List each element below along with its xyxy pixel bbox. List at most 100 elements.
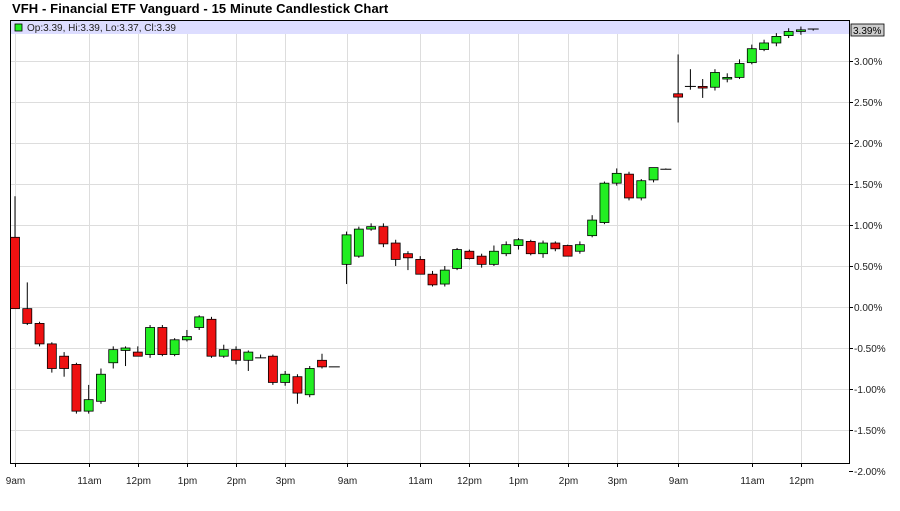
candle-body-up [746, 48, 757, 64]
y-tick-label: -1.00% [854, 385, 886, 396]
candle-body-down [34, 322, 45, 345]
candle [550, 241, 561, 252]
candle [96, 368, 106, 404]
candle-body-up [722, 77, 733, 80]
candle-body-down [10, 236, 20, 310]
candle-body-down [624, 173, 634, 199]
candle-body-down [697, 86, 708, 89]
candle-body-up [648, 167, 659, 181]
candle-body-up [710, 72, 720, 88]
candle [145, 325, 155, 358]
candle-body-up [280, 373, 291, 383]
candle-body-up [734, 63, 745, 78]
candle-body-up [489, 250, 499, 265]
candle-body-up [759, 42, 769, 50]
candle [255, 354, 267, 359]
candle-body-down [267, 355, 278, 383]
candle-body-down [206, 318, 217, 357]
candle [538, 240, 548, 258]
candle [562, 244, 573, 257]
candle [648, 167, 659, 183]
candle-body-up [513, 239, 524, 246]
candle [759, 39, 769, 52]
x-tick-label: 12pm [789, 476, 814, 487]
candle-body-down [673, 93, 684, 98]
candle-body-down [550, 242, 561, 250]
candle [660, 168, 672, 170]
candle-body-up [341, 234, 352, 265]
candle [71, 362, 82, 414]
candle [243, 350, 254, 371]
candle-body-up [243, 351, 254, 361]
candle-body-up [120, 347, 131, 351]
x-tick-label: 1pm [509, 476, 528, 487]
legend-ohlc-text: Op:3.39, Hi:3.39, Lo:3.37, Cl:3.39 [27, 23, 176, 34]
candle-body-up [182, 336, 192, 341]
y-tick-label: 2.50% [854, 98, 882, 109]
candle-body-down [476, 255, 487, 265]
x-tick-label: 11am [77, 476, 101, 487]
candle [684, 69, 696, 90]
candle-body-down [427, 273, 438, 286]
candle-body-down [562, 245, 573, 257]
y-tick-label: -1.50% [854, 426, 886, 437]
x-tick-label: 9am [338, 476, 357, 487]
candle [194, 315, 205, 330]
candle-body-up [452, 249, 462, 269]
candle-body-up [501, 244, 512, 255]
y-tick-label: -0.50% [854, 344, 886, 355]
candle-body-down [231, 349, 241, 361]
candle [182, 329, 192, 342]
candle-body-down [132, 351, 143, 357]
plot-border [10, 20, 850, 464]
candle [59, 352, 70, 377]
candle [489, 245, 499, 266]
candle [599, 181, 610, 225]
legend-swatch [14, 23, 23, 32]
candle [353, 226, 364, 258]
candle [452, 247, 462, 271]
candle-body-up [439, 269, 450, 285]
candle [710, 69, 720, 91]
y-tick-label: 1.00% [854, 221, 882, 232]
candle-body-down [378, 226, 389, 245]
candle [10, 196, 20, 310]
candle-body-up [599, 182, 610, 223]
candle [624, 171, 634, 201]
y-tick-label: 1.50% [854, 180, 882, 191]
candle [525, 239, 536, 256]
candle-body-up [611, 172, 622, 184]
y-tick-label: 0.50% [854, 262, 882, 273]
candle [771, 33, 782, 47]
x-tick-label: 9am [6, 476, 25, 487]
x-tick-label: 2pm [559, 476, 578, 487]
candle [611, 168, 622, 186]
candle [341, 231, 352, 285]
candle-body-down [292, 376, 303, 394]
candle-body-up [108, 349, 119, 364]
x-tick-label: 9am [669, 476, 688, 487]
x-tick-label: 3pm [276, 476, 295, 487]
candle-body-down [317, 359, 327, 368]
candle [403, 251, 413, 271]
x-tick-label: 12pm [457, 476, 482, 487]
candle [267, 354, 278, 385]
candles [10, 26, 819, 414]
candle [476, 253, 487, 268]
candle [636, 179, 647, 201]
candle-body-up [574, 244, 585, 252]
candle-body-up [169, 339, 180, 355]
candle [427, 270, 438, 287]
legend: Op:3.39, Hi:3.39, Lo:3.37, Cl:3.39 [11, 21, 849, 34]
candle [378, 223, 389, 248]
candle-body-down [157, 327, 168, 355]
candle-body-down [403, 253, 413, 259]
candle [218, 344, 229, 358]
candle [587, 215, 598, 238]
y-tick-label: 0.00% [854, 303, 882, 314]
last-value-label: 3.39% [853, 26, 881, 37]
candle-body-up [304, 368, 315, 396]
candle [673, 54, 684, 123]
candle-body-up [353, 228, 364, 257]
x-tick-label: 12pm [126, 476, 151, 487]
